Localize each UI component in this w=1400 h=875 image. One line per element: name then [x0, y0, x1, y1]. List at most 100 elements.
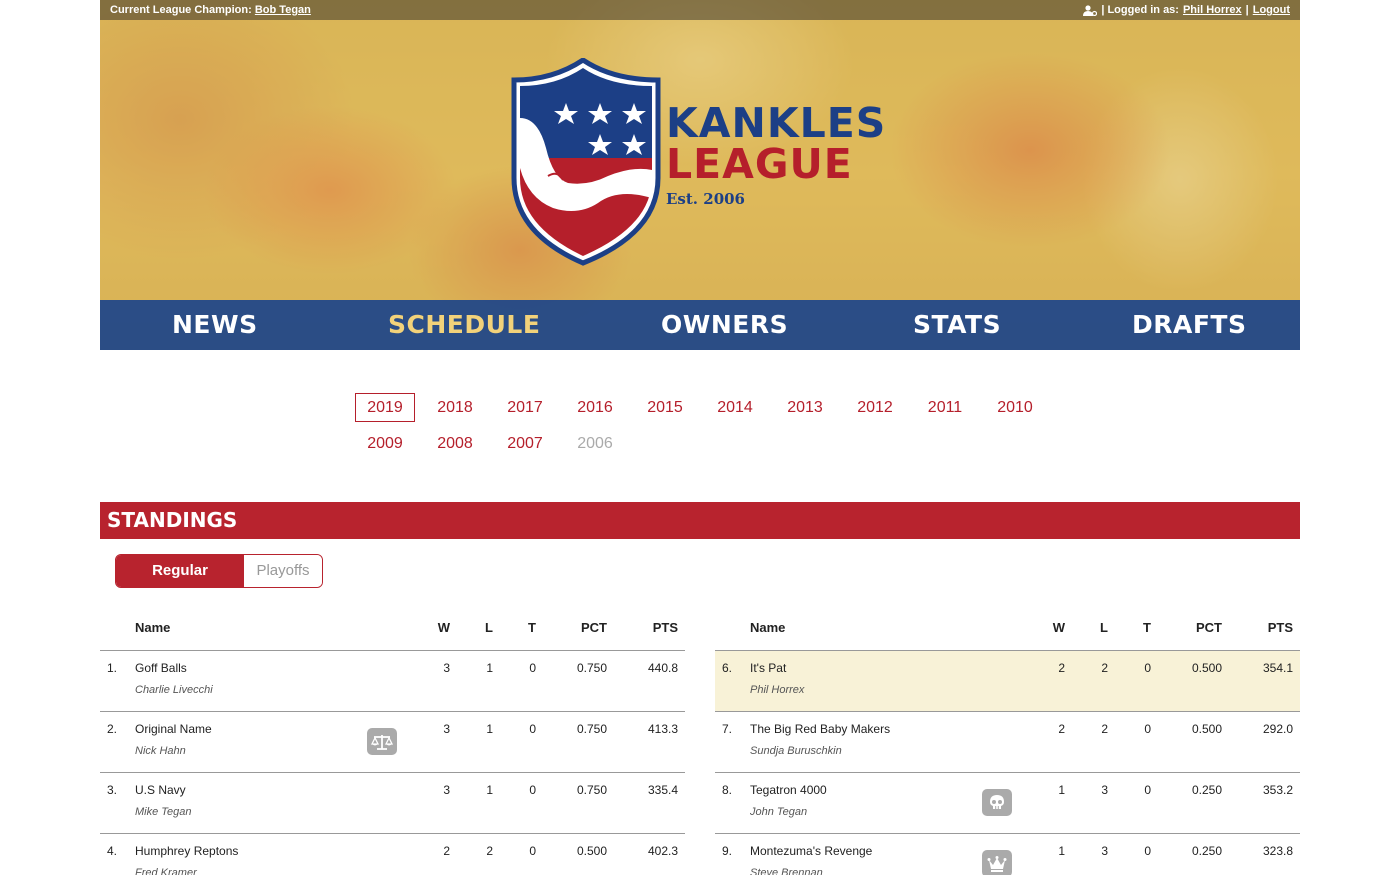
nav-schedule[interactable]: SCHEDULE — [388, 308, 540, 342]
year-2017[interactable]: 2017 — [495, 393, 555, 422]
hero-banner: Current League Champion: Bob Tegan | Log… — [100, 0, 1300, 350]
champion-link[interactable]: Bob Tegan — [255, 4, 311, 16]
year-2006: 2006 — [577, 435, 613, 452]
table-row[interactable]: 7. The Big Red Baby Makers Sundja Burusc… — [715, 712, 1300, 773]
header-name: Name — [750, 620, 786, 635]
tab-regular-season[interactable]: Regular Season — [116, 555, 244, 587]
table-row[interactable]: 4. Humphrey Reptons Fred Kramer 2 2 0 0.… — [100, 834, 685, 875]
ties: 0 — [1144, 722, 1151, 736]
year-2016[interactable]: 2016 — [565, 393, 625, 422]
losses: 1 — [486, 661, 493, 675]
wins: 2 — [1058, 722, 1065, 736]
ties: 0 — [1144, 844, 1151, 858]
owner-name: Phil Horrex — [750, 684, 805, 696]
rank: 4. — [107, 844, 118, 858]
table-row[interactable]: 8. Tegatron 4000 John Tegan 1 3 0 0.250 … — [715, 773, 1300, 834]
ties: 0 — [529, 722, 536, 736]
team-name[interactable]: The Big Red Baby Makers — [750, 722, 890, 736]
rank: 1. — [107, 661, 118, 675]
tab-playoffs[interactable]: Playoffs — [244, 555, 322, 587]
header-t: T — [528, 620, 536, 635]
table-row[interactable]: 1. Goff Balls Charlie Livecchi 3 1 0 0.7… — [100, 651, 685, 712]
team-name[interactable]: Humphrey Reptons — [135, 844, 238, 858]
team-name[interactable]: U.S Navy — [135, 783, 186, 797]
nav-news[interactable]: NEWS — [172, 308, 258, 342]
user-profile-link[interactable]: Phil Horrex — [1183, 4, 1242, 16]
losses: 3 — [1101, 844, 1108, 858]
year-2011[interactable]: 2011 — [915, 393, 975, 422]
owner-name: Sundja Buruschkin — [750, 745, 842, 757]
nav-owners[interactable]: OWNERS — [661, 308, 788, 342]
rank: 8. — [722, 783, 733, 797]
year-2010[interactable]: 2010 — [985, 393, 1045, 422]
losses: 2 — [486, 844, 493, 858]
pct: 0.500 — [1191, 661, 1222, 675]
table-row-current-user[interactable]: 6. It's Pat Phil Horrex 2 2 0 0.500 354.… — [715, 651, 1300, 712]
header-l: L — [1100, 620, 1108, 635]
header-w: W — [437, 620, 450, 635]
rank: 6. — [722, 661, 733, 675]
nav-drafts[interactable]: DRAFTS — [1132, 308, 1247, 342]
owner-name: John Tegan — [750, 806, 808, 818]
wins: 2 — [1058, 661, 1065, 675]
table-row[interactable]: 2. Original Name Nick Hahn 3 1 0 0.750 4… — [100, 712, 685, 773]
header-pct: PCT — [581, 620, 607, 635]
points: 413.3 — [647, 722, 678, 736]
year-2008[interactable]: 2008 — [425, 429, 485, 458]
points: 335.4 — [647, 783, 678, 797]
nav-stats[interactable]: STATS — [913, 308, 1001, 342]
points: 440.8 — [647, 661, 678, 675]
year-2019[interactable]: 2019 — [355, 393, 415, 422]
rank: 3. — [107, 783, 118, 797]
skull-icon[interactable] — [982, 789, 1012, 816]
standings-header: STANDINGS — [100, 502, 1300, 539]
team-name[interactable]: Original Name — [135, 722, 212, 736]
year-2015[interactable]: 2015 — [635, 393, 695, 422]
wins: 1 — [1058, 783, 1065, 797]
pct: 0.500 — [1191, 722, 1222, 736]
champion-label: Current League Champion: — [110, 4, 252, 16]
team-name[interactable]: Tegatron 4000 — [750, 783, 827, 797]
logout-link[interactable]: Logout — [1253, 4, 1290, 16]
owner-name: Charlie Livecchi — [135, 684, 213, 696]
team-name[interactable]: Goff Balls — [135, 661, 187, 675]
team-name[interactable]: It's Pat — [750, 661, 786, 675]
logged-in-label: | Logged in as: — [1101, 4, 1179, 16]
points: 402.3 — [647, 844, 678, 858]
year-2018[interactable]: 2018 — [425, 393, 485, 422]
scale-icon[interactable] — [367, 728, 397, 755]
year-2007[interactable]: 2007 — [495, 429, 555, 458]
year-2013[interactable]: 2013 — [775, 393, 835, 422]
points: 354.1 — [1262, 661, 1293, 675]
crown-icon[interactable] — [982, 850, 1012, 875]
standings-title: STANDINGS — [107, 508, 238, 532]
ties: 0 — [1144, 661, 1151, 675]
champion-info: Current League Champion: Bob Tegan — [110, 4, 311, 16]
wordmark-line1: KANKLES — [666, 99, 887, 147]
points: 292.0 — [1262, 722, 1293, 736]
table-row[interactable]: 9. Montezuma's Revenge Steve Brennan 1 3… — [715, 834, 1300, 875]
ties: 0 — [529, 844, 536, 858]
wordmark: KANKLES LEAGUE Est. 2006 — [666, 102, 886, 208]
league-logo[interactable]: KANKLES LEAGUE Est. 2006 — [508, 56, 908, 268]
points: 323.8 — [1262, 844, 1293, 858]
year-2009[interactable]: 2009 — [355, 429, 415, 458]
rank: 2. — [107, 722, 118, 736]
rank: 9. — [722, 844, 733, 858]
header-name: Name — [135, 620, 171, 635]
main-nav: NEWS SCHEDULE OWNERS STATS DRAFTS — [100, 300, 1300, 350]
points: 353.2 — [1262, 783, 1293, 797]
losses: 3 — [1101, 783, 1108, 797]
table-row[interactable]: 3. U.S Navy Mike Tegan 3 1 0 0.750 335.4 — [100, 773, 685, 834]
user-settings-icon — [1083, 4, 1098, 16]
header-t: T — [1143, 620, 1151, 635]
year-2012[interactable]: 2012 — [845, 393, 905, 422]
year-2014[interactable]: 2014 — [705, 393, 765, 422]
team-name[interactable]: Montezuma's Revenge — [750, 844, 872, 858]
standings-toggle: Regular Season Playoffs — [115, 554, 323, 588]
losses: 1 — [486, 783, 493, 797]
table-header: Name W L T PCT PTS — [100, 614, 685, 651]
pct: 0.750 — [576, 722, 607, 736]
login-info: | Logged in as: Phil Horrex | Logout — [1083, 4, 1290, 16]
owner-name: Nick Hahn — [135, 745, 186, 757]
